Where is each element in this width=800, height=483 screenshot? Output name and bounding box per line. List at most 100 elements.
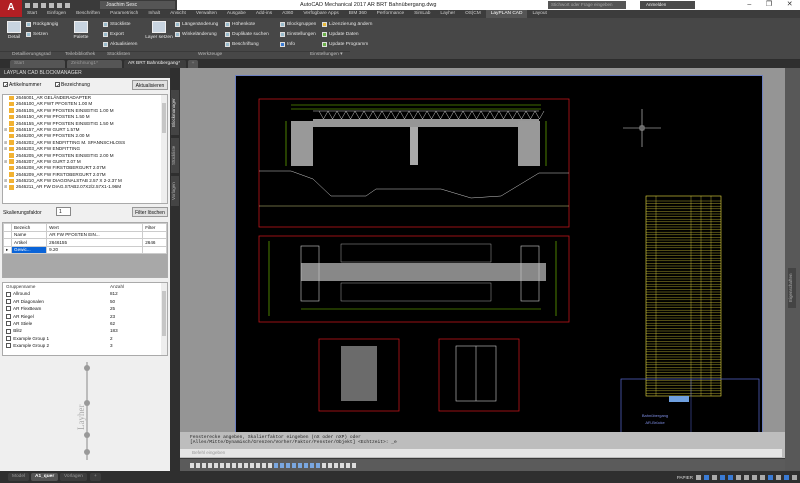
new-tab-button[interactable]: + [188,60,198,68]
ribbon-tab[interactable]: Layout [527,10,551,18]
export-button[interactable]: Export [103,32,124,37]
restore-icon[interactable]: ❐ [766,0,772,10]
checkbox[interactable] [6,336,11,342]
toolbar-tool-icon[interactable] [208,462,212,468]
toolbar-tool-icon[interactable] [304,462,308,468]
saveas-icon[interactable] [49,2,54,8]
detail-button[interactable]: Detail [5,21,23,40]
checkbox-bezeichnung[interactable]: ✓Bezeichnung [55,82,90,89]
group-row[interactable]: AR Diagonalen 50 [3,298,167,305]
cell[interactable] [142,230,167,239]
refresh-bom-button[interactable]: Aktualisieren [103,42,137,47]
open-icon[interactable] [33,2,38,8]
command-input[interactable]: Befehl eingeben [180,449,782,457]
set-button[interactable]: Setzen [26,32,48,37]
table-row[interactable]: ▸ Gewic... 9.20 [3,245,167,254]
license-button[interactable]: Lizenzierung ändern [322,22,372,27]
group-row[interactable]: Example Group 1 2 [3,335,167,342]
toolbar-tool-icon[interactable] [250,462,254,468]
workspace-user-dropdown[interactable]: Joachim Sesc [100,1,175,9]
toolbar-tool-icon[interactable] [292,462,296,468]
ribbon-tab[interactable]: Inhalt [143,10,165,18]
ribbon-tab[interactable]: Einfügen [42,10,71,18]
height-mark-button[interactable]: Höhenkote [225,22,255,27]
group-row[interactable]: AR Stiele 62 [3,320,167,327]
toolbar-tool-icon[interactable] [322,462,326,468]
toolbar-tool-icon[interactable] [256,462,260,468]
toolbar-tool-icon[interactable] [340,462,344,468]
ribbon-tab[interactable]: Beschriften [71,10,105,18]
save-icon[interactable] [41,2,46,8]
side-tab-vorlagen[interactable]: Vorlagen [171,176,179,206]
scale-input[interactable]: 1 [56,207,71,216]
minimize-icon[interactable]: – [747,0,751,10]
update-data-button[interactable]: Update Daten [322,32,359,37]
refresh-button[interactable]: Aktualisieren [132,80,168,90]
checkbox-artikelnummer[interactable]: ✓Artikelnummer [3,82,41,89]
cell[interactable]: 2646155 [46,238,144,247]
group-row[interactable]: Allround 812 [3,290,167,297]
expand-icon[interactable]: ⊞ [4,184,7,190]
paper-space-toggle[interactable]: PAPIER [677,475,693,480]
new-icon[interactable] [25,2,30,8]
block-tree[interactable]: 2646001_AR GELÄNDERADAPTER 2646100_AR FWT… [2,94,168,204]
osnap-icon[interactable] [728,474,733,480]
annotation-icon[interactable] [752,474,757,480]
toolbar-tool-icon[interactable] [220,462,224,468]
isolate-icon[interactable] [776,474,781,480]
snap-icon[interactable] [704,474,709,480]
undo-button[interactable]: Rückgängig [26,22,58,27]
checkbox[interactable] [6,321,11,327]
labeling-button[interactable]: Beschriftung [225,42,259,47]
cell[interactable]: Gewic... [10,245,48,254]
checkbox[interactable] [6,313,11,319]
layout-tab-a1-quer[interactable]: A1_quer [31,473,59,481]
scrollbar[interactable] [161,95,167,203]
cell[interactable]: 9.20 [46,245,144,254]
cell[interactable]: Artikel [10,238,48,247]
ribbon-tab[interactable]: Verfügbare Apps [298,10,343,18]
toolbar-tool-icon[interactable] [280,462,284,468]
close-icon[interactable]: ✕ [787,0,793,10]
scrollbar[interactable] [161,283,167,355]
length-change-button[interactable]: Längenänderung [175,22,218,27]
lineweight-icon[interactable] [736,474,741,480]
ribbon-tab[interactable]: BIM 360 [344,10,372,18]
ribbon-tab[interactable]: SimLab [409,10,435,18]
info-button[interactable]: Info [280,42,295,47]
bom-button[interactable]: Stückliste [103,22,131,27]
group-row[interactable]: AR FlexBeam 25 [3,305,167,312]
fullscreen-icon[interactable] [784,474,789,480]
checkbox[interactable] [6,306,11,312]
cell[interactable]: Name [10,230,48,239]
application-menu-button[interactable]: A [0,0,22,17]
checkbox[interactable] [6,291,11,297]
side-tab-blockmanager[interactable]: Blockmanager [171,90,179,135]
cell[interactable]: AR FW PFOSTEN EIN... [46,230,144,239]
layout-sheet[interactable]: Bahnübergang AR-Brücke [235,75,763,441]
table-row[interactable]: Artikel 2646155 2646 [3,238,167,247]
find-duplicates-button[interactable]: Duplikate suchen [225,32,269,37]
toolbar-tool-icon[interactable] [226,462,230,468]
toolbar-tool-icon[interactable] [334,462,338,468]
settings-button[interactable]: Einstellungen [280,32,316,37]
layout-tab-vorlagen[interactable]: Vorlagen [60,473,87,481]
add-layout-button[interactable]: + [90,473,101,481]
doc-tab-active[interactable]: AR BRT Bahnübergang* [124,60,186,68]
toolbar-tool-icon[interactable] [298,462,302,468]
palette-button[interactable]: Palette [70,21,92,40]
toolbar-tool-icon[interactable] [274,462,278,468]
ribbon-tab[interactable]: Add-ins [251,10,277,18]
toolbar-tool-icon[interactable] [196,462,200,468]
ribbon-tab[interactable]: Ausgabe [222,10,251,18]
ribbon-tab[interactable]: Performance [372,10,409,18]
ribbon-tab[interactable]: Verwalten [191,10,222,18]
search-input[interactable]: Stichwort oder Frage eingeben [548,1,626,9]
ribbon-tab[interactable]: LayPLAN CAD [485,10,528,18]
workspace-icon[interactable] [768,474,773,480]
angle-change-button[interactable]: Winkeländerung [175,32,217,37]
ribbon-tab[interactable]: A360 [277,10,298,18]
side-tab-stueckliste[interactable]: Stückliste [171,138,179,173]
undo-icon[interactable] [65,2,70,8]
toolbar-tool-icon[interactable] [268,462,272,468]
